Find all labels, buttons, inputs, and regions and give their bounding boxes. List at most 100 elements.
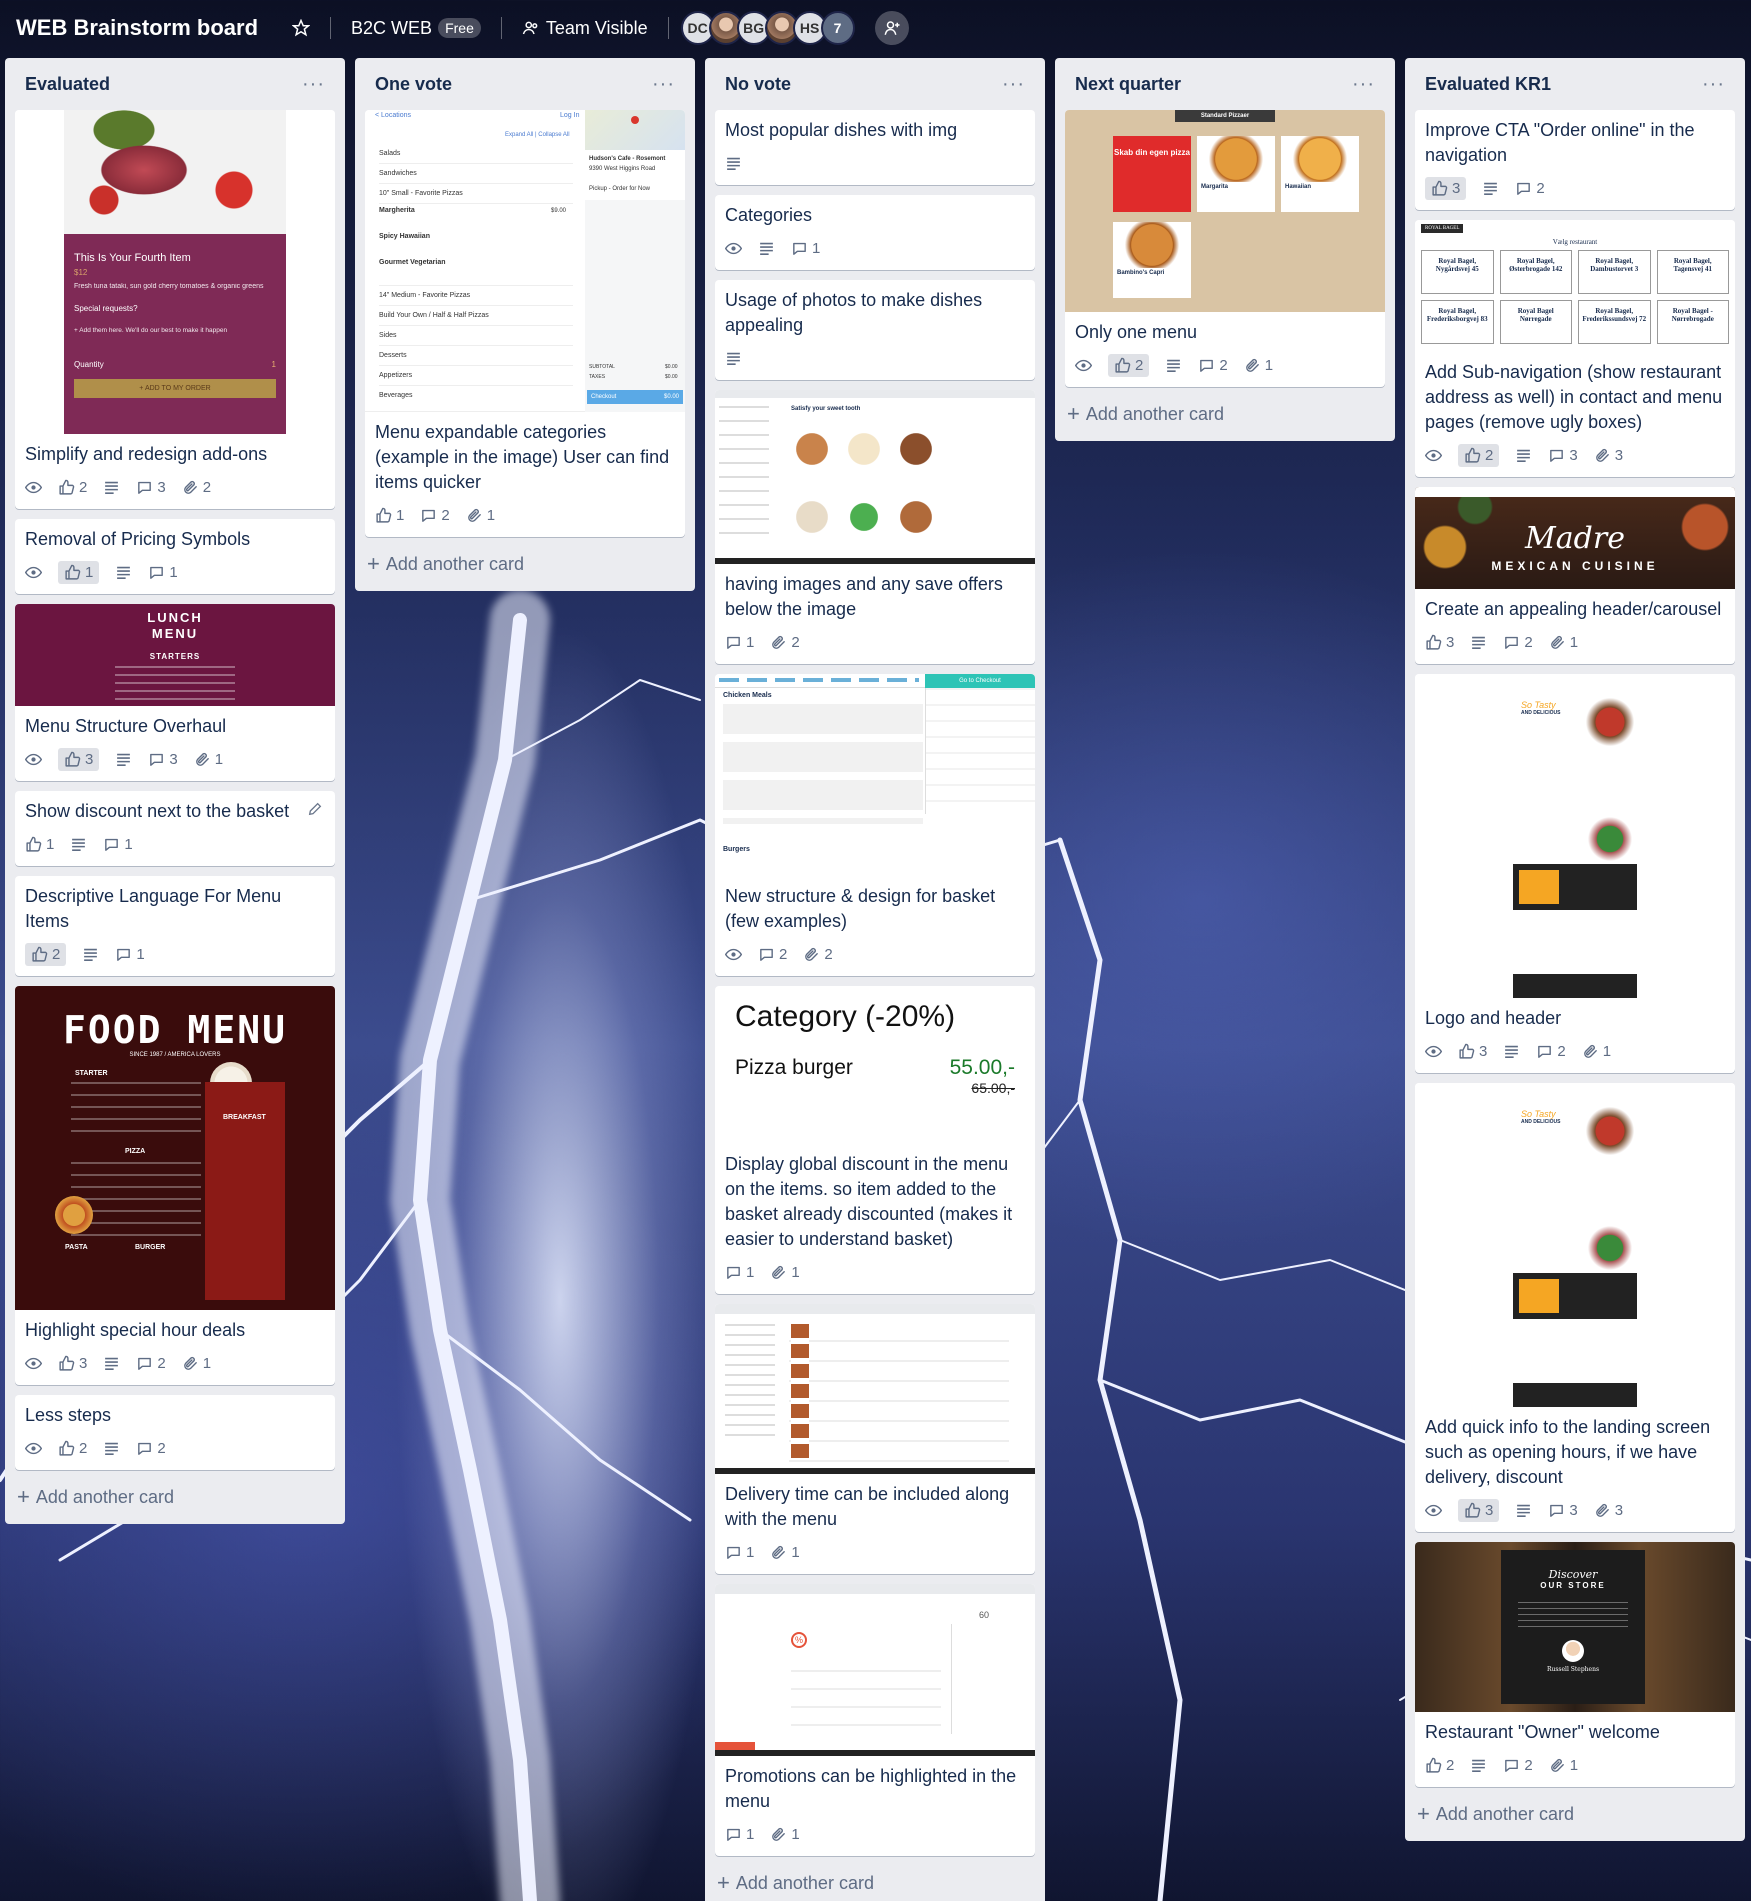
vote-badge[interactable]: 2 — [1108, 353, 1150, 377]
list-title[interactable]: No vote — [725, 74, 791, 95]
vote-badge[interactable]: 2 — [25, 942, 67, 966]
card[interactable]: Show discount next to the basket 1 1 — [15, 791, 335, 866]
vote-badge[interactable]: 3 — [58, 747, 100, 771]
card[interactable]: Satisfy your sweet tooth having images a… — [715, 390, 1035, 664]
card-body: Usage of photos to make dishes appealing — [715, 280, 1035, 380]
more-icon: ··· — [1002, 73, 1025, 95]
cover-menu-rows: Salads Sandwiches 10" Small - Favorite P… — [379, 144, 573, 406]
card[interactable]: Improve CTA "Order online" in the naviga… — [1415, 110, 1735, 210]
add-card-button[interactable]: + Add another card — [715, 1866, 1035, 1900]
attachments-badge: 1 — [182, 1355, 211, 1372]
paperclip-icon — [183, 1356, 197, 1370]
list-menu-button[interactable]: ··· — [1702, 74, 1725, 94]
description-icon — [104, 481, 119, 494]
card-title: Show discount next to the basket — [25, 801, 290, 821]
cover-starters: STARTERS — [149, 652, 201, 661]
card[interactable]: Standard Pizzaer Skab din egen pizza Mar… — [1065, 110, 1385, 387]
add-card-button[interactable]: + Add another card — [1065, 397, 1385, 431]
cover-dish — [841, 418, 887, 480]
cover-pizza: PIZZA — [125, 1148, 146, 1155]
card[interactable]: Category (-20%) Pizza burger 55.00,- 65.… — [715, 986, 1035, 1294]
vote-badge[interactable]: 2 — [1425, 1757, 1454, 1774]
attachment-count: 1 — [1569, 633, 1579, 651]
comment-icon — [1550, 1504, 1564, 1517]
card-title: Descriptive Language For Menu Items — [25, 886, 282, 931]
vote-badge[interactable]: 1 — [58, 560, 100, 584]
vote-badge[interactable]: 2 — [1458, 443, 1500, 467]
attachment-count: 1 — [202, 1354, 212, 1372]
attachments-badge: 1 — [770, 1544, 800, 1561]
vote-badge[interactable]: 2 — [58, 479, 87, 496]
card[interactable]: Descriptive Language For Menu Items 2 1 — [15, 876, 335, 976]
card[interactable]: LUNCH MENU STARTERS Menu Structure Overh… — [15, 604, 335, 781]
cover-item-price: $12 — [74, 268, 88, 277]
card[interactable]: ROYAL BAGEL Vælg restaurant Royal Bagel,… — [1415, 220, 1735, 477]
card[interactable]: < Locations Log In Expand All | Collapse… — [365, 110, 685, 537]
card[interactable]: Chicken Meals Go to Checkout Burgers New… — [715, 674, 1035, 976]
card-badges: 1 — [725, 234, 1025, 262]
thumbs-up-icon — [1465, 1502, 1481, 1518]
watch-badge — [725, 946, 742, 963]
edit-card-button[interactable] — [307, 801, 323, 822]
card[interactable]: Madre MEXICAN CUISINE Create an appealin… — [1415, 487, 1735, 664]
card[interactable]: This Is Your Fourth Item $12 Fresh tuna … — [15, 110, 335, 509]
comments-badge: 3 — [136, 479, 166, 496]
card[interactable]: FOOD MENU SINCE 1987 / AMERICA LOVERS ST… — [15, 986, 335, 1385]
card[interactable]: Delivery time can be included along with… — [715, 1304, 1035, 1574]
comments-badge: 1 — [115, 946, 145, 963]
list-title[interactable]: One vote — [375, 74, 452, 95]
list-title[interactable]: Evaluated — [25, 74, 110, 95]
watch-badge — [25, 751, 42, 768]
vote-badge[interactable]: 3 — [1458, 1498, 1500, 1522]
cover-breakfast: BREAKFAST — [223, 1114, 266, 1121]
card[interactable]: Discover OUR STORE Russell Stephens Rest… — [1415, 1542, 1735, 1787]
vote-badge[interactable]: 1 — [25, 836, 54, 853]
card[interactable]: Usage of photos to make dishes appealing — [715, 280, 1035, 380]
card[interactable]: Less steps 2 2 — [15, 1395, 335, 1470]
card[interactable]: So Tasty AND DELICIOUS Logo and header 3… — [1415, 674, 1735, 1073]
more-members-count[interactable]: 7 — [820, 11, 855, 45]
vote-badge[interactable]: 3 — [1458, 1043, 1487, 1060]
star-button[interactable] — [282, 11, 320, 45]
board-title[interactable]: WEB Brainstorm board — [16, 15, 258, 41]
cover-menu: MENU — [151, 626, 199, 641]
team-button[interactable]: B2C WEB Free — [341, 11, 491, 45]
card[interactable]: Categories 1 — [715, 195, 1035, 270]
add-card-button[interactable]: + Add another card — [1415, 1797, 1735, 1831]
cover-restaurant: Hudson's Cafe - Rosemont — [589, 156, 666, 162]
add-card-button[interactable]: + Add another card — [365, 547, 685, 581]
card[interactable]: Most popular dishes with img — [715, 110, 1035, 185]
vote-badge[interactable]: 1 — [375, 507, 404, 524]
card[interactable]: % 60 Promotions can be highlighted in th… — [715, 1584, 1035, 1856]
invite-member-button[interactable] — [874, 11, 909, 45]
cover-dish — [893, 418, 939, 480]
category-row: Pizza burger 55.00,- 65.00,- — [735, 1056, 1015, 1096]
paperclip-icon — [1550, 635, 1564, 649]
card[interactable]: So Tasty AND DELICIOUS Add quick info to… — [1415, 1083, 1735, 1532]
list-menu-button[interactable]: ··· — [1002, 74, 1025, 94]
attachment-count: 1 — [486, 506, 496, 524]
cover-item-name: This Is Your Fourth Item — [74, 252, 191, 264]
list-menu-button[interactable]: ··· — [652, 74, 675, 94]
visibility-button[interactable]: Team Visible — [512, 11, 658, 45]
list-title[interactable]: Evaluated KR1 — [1425, 74, 1551, 95]
more-icon: ··· — [302, 73, 325, 95]
vote-badge[interactable]: 3 — [58, 1355, 87, 1372]
vote-badge[interactable]: 3 — [1425, 176, 1467, 200]
list-menu-button[interactable]: ··· — [302, 74, 325, 94]
cover-box: Royal Bagel, Frederiksborgvej 83 — [1421, 300, 1494, 344]
cover-lunch: LUNCH — [147, 610, 203, 625]
list-title[interactable]: Next quarter — [1075, 74, 1181, 95]
cover-sidebar — [719, 406, 769, 546]
eye-icon — [1425, 1045, 1442, 1057]
add-card-button[interactable]: + Add another card — [15, 1480, 335, 1514]
comment-icon — [727, 636, 740, 649]
description-icon — [1471, 1759, 1486, 1772]
cover-yellow-block — [1519, 870, 1559, 904]
header-divider — [667, 17, 669, 39]
card[interactable]: Removal of Pricing Symbols 1 1 — [15, 519, 335, 594]
list-menu-button[interactable]: ··· — [1352, 74, 1375, 94]
vote-badge[interactable]: 2 — [58, 1440, 87, 1457]
vote-badge[interactable]: 3 — [1425, 634, 1454, 651]
cover-item-desc: Fresh tuna tataki, sun gold cherry tomat… — [74, 283, 264, 290]
